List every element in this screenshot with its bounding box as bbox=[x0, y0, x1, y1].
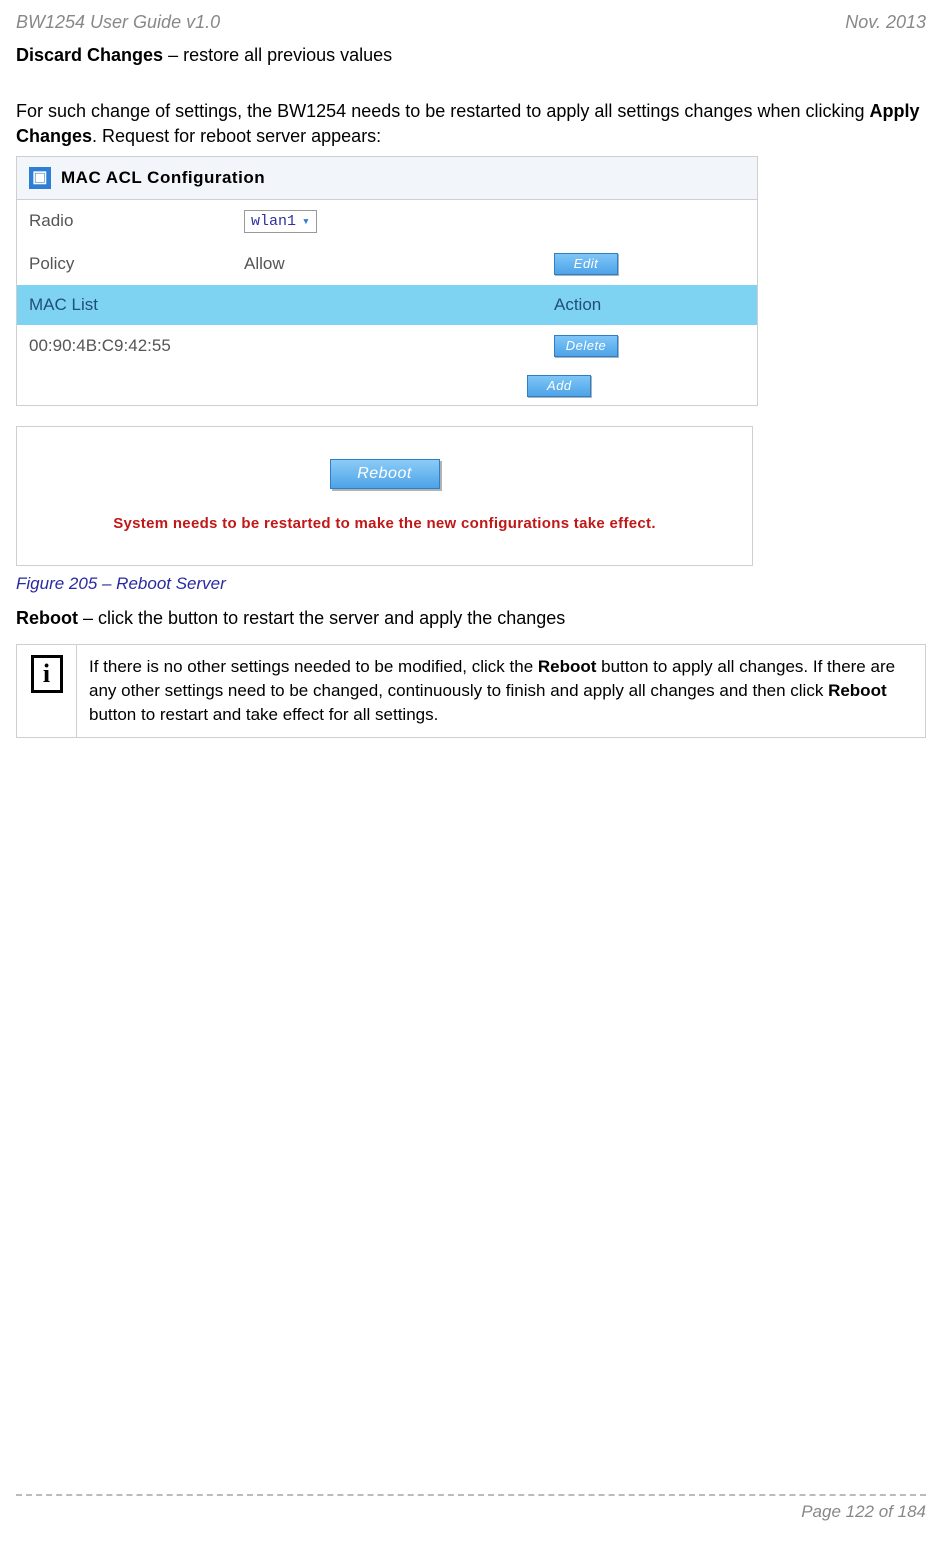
page-header: BW1254 User Guide v1.0 Nov. 2013 bbox=[12, 0, 930, 33]
policy-row: Policy Allow Edit bbox=[17, 243, 757, 285]
apply-changes-text-2: . Request for reboot server appears: bbox=[92, 126, 381, 146]
delete-button[interactable]: Delete bbox=[554, 335, 618, 357]
info-bold-2: Reboot bbox=[828, 681, 887, 700]
reboot-desc-text: – click the button to restart the server… bbox=[78, 608, 565, 628]
apply-changes-paragraph: For such change of settings, the BW1254 … bbox=[16, 99, 926, 148]
mac-address-value: 00:90:4B:C9:42:55 bbox=[17, 325, 542, 367]
mac-acl-table: ▣ MAC ACL Configuration Radio wlan1 ▾ Po… bbox=[16, 156, 758, 406]
radio-select[interactable]: wlan1 ▾ bbox=[244, 210, 317, 233]
reboot-panel: Reboot System needs to be restarted to m… bbox=[16, 426, 753, 566]
discard-changes-label: Discard Changes bbox=[16, 45, 163, 65]
reboot-desc-label: Reboot bbox=[16, 608, 78, 628]
info-icon: i bbox=[31, 655, 63, 693]
info-box: i If there is no other settings needed t… bbox=[16, 644, 926, 737]
page-body: Discard Changes – restore all previous v… bbox=[12, 33, 930, 738]
info-icon-cell: i bbox=[17, 645, 77, 737]
discard-changes-line: Discard Changes – restore all previous v… bbox=[16, 43, 926, 67]
mac-list-header-row: MAC List Action bbox=[17, 285, 757, 325]
panel-icon: ▣ bbox=[29, 167, 51, 189]
info-text-3: button to restart and take effect for al… bbox=[89, 705, 438, 724]
radio-select-value: wlan1 bbox=[251, 213, 296, 230]
mac-acl-title: MAC ACL Configuration bbox=[61, 168, 265, 188]
info-text: If there is no other settings needed to … bbox=[77, 645, 926, 737]
add-button[interactable]: Add bbox=[527, 375, 591, 397]
radio-row: Radio wlan1 ▾ bbox=[17, 200, 757, 243]
figure-caption: Figure 205 – Reboot Server bbox=[16, 574, 926, 594]
discard-changes-desc: – restore all previous values bbox=[163, 45, 392, 65]
radio-label: Radio bbox=[17, 200, 232, 243]
action-header: Action bbox=[542, 285, 757, 325]
page-footer: Page 122 of 184 bbox=[16, 1494, 926, 1522]
edit-button[interactable]: Edit bbox=[554, 253, 618, 275]
mac-acl-titlebar: ▣ MAC ACL Configuration bbox=[17, 157, 757, 200]
reboot-message: System needs to be restarted to make the… bbox=[113, 515, 656, 532]
apply-changes-text-1: For such change of settings, the BW1254 … bbox=[16, 101, 870, 121]
info-text-1: If there is no other settings needed to … bbox=[89, 657, 538, 676]
doc-title: BW1254 User Guide v1.0 bbox=[16, 12, 220, 33]
doc-date: Nov. 2013 bbox=[845, 12, 926, 33]
mac-list-header: MAC List bbox=[17, 285, 542, 325]
policy-label: Policy bbox=[17, 243, 232, 285]
policy-value: Allow bbox=[232, 243, 542, 285]
mac-entry-row: 00:90:4B:C9:42:55 Delete bbox=[17, 325, 757, 367]
page-number: Page 122 of 184 bbox=[801, 1502, 926, 1521]
reboot-button[interactable]: Reboot bbox=[330, 459, 440, 489]
add-row: Add bbox=[17, 367, 757, 405]
chevron-down-icon: ▾ bbox=[302, 214, 310, 229]
reboot-desc-line: Reboot – click the button to restart the… bbox=[16, 606, 926, 630]
info-bold-1: Reboot bbox=[538, 657, 597, 676]
